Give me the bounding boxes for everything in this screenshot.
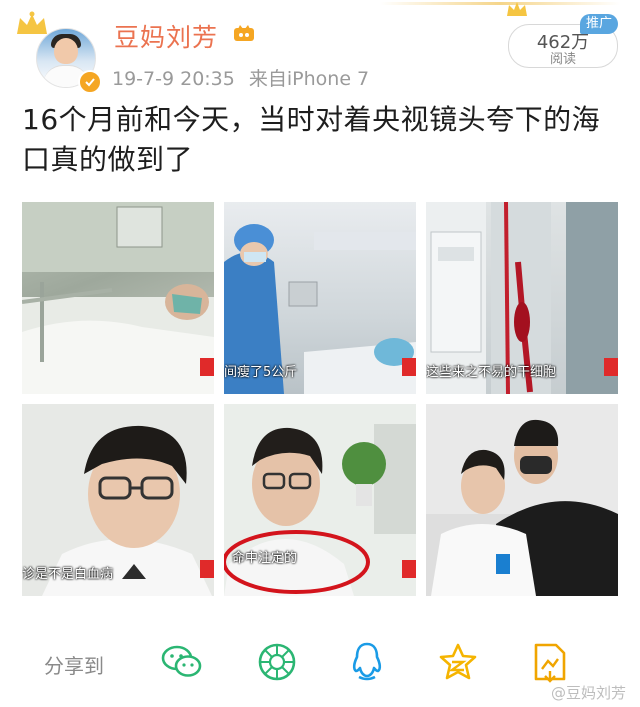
qq-share-button[interactable] (345, 640, 389, 684)
post-image-5[interactable]: 命中注定的 (224, 404, 416, 596)
read-label: 阅读 (549, 52, 576, 67)
crown-icon (17, 11, 47, 34)
header-decoration (380, 2, 620, 5)
doctor-and-patient-image (426, 404, 618, 596)
image-grid: 间瘦了5公斤 这些来之不易的干细胞 诊是不是白血病 命中注定的 (22, 202, 620, 598)
post-source[interactable]: 来自iPhone 7 (249, 68, 369, 90)
watermark: @豆妈刘芳 (550, 684, 626, 702)
verified-badge-icon (78, 70, 102, 94)
post-image-6[interactable] (426, 404, 618, 596)
image-caption: 命中注定的 (232, 551, 298, 566)
post-image-2[interactable]: 间瘦了5公斤 (224, 202, 416, 394)
vip-crown-icon (234, 25, 254, 41)
moments-share-button[interactable] (255, 640, 299, 684)
moments-icon (258, 643, 296, 681)
wechat-share-button[interactable] (160, 640, 204, 684)
wechat-icon (161, 645, 202, 677)
crown-decoration-icon (507, 2, 527, 16)
post-image-3[interactable]: 这些来之不易的干细胞 (426, 202, 618, 394)
post-image-4[interactable]: 诊是不是白血病 (22, 404, 214, 596)
post-text: 16个月前和今天，当时对着央视镜头夸下的海口真的做到了 (22, 103, 601, 176)
share-label: 分享到 (44, 654, 104, 678)
qzone-icon (439, 643, 477, 680)
save-image-button[interactable] (528, 640, 572, 684)
qzone-share-button[interactable] (436, 640, 480, 684)
post-image-1[interactable] (22, 202, 214, 394)
post-meta: 19-7-9 20:35 来自iPhone 7 (112, 64, 369, 91)
promo-tag[interactable]: 推广 (580, 14, 618, 34)
save-image-icon (534, 643, 566, 683)
image-caption: 诊是不是白血病 (22, 567, 114, 582)
post-time: 19-7-9 20:35 (112, 68, 235, 90)
doctor-interview-image (224, 404, 416, 596)
image-caption: 这些来之不易的干细胞 (426, 365, 557, 380)
author-name[interactable]: 豆妈刘芳 (114, 18, 218, 54)
avatar-group[interactable] (14, 10, 102, 94)
qq-icon (352, 642, 382, 681)
image-caption: 间瘦了5公斤 (224, 365, 298, 380)
hospital-bed-image (22, 202, 214, 394)
